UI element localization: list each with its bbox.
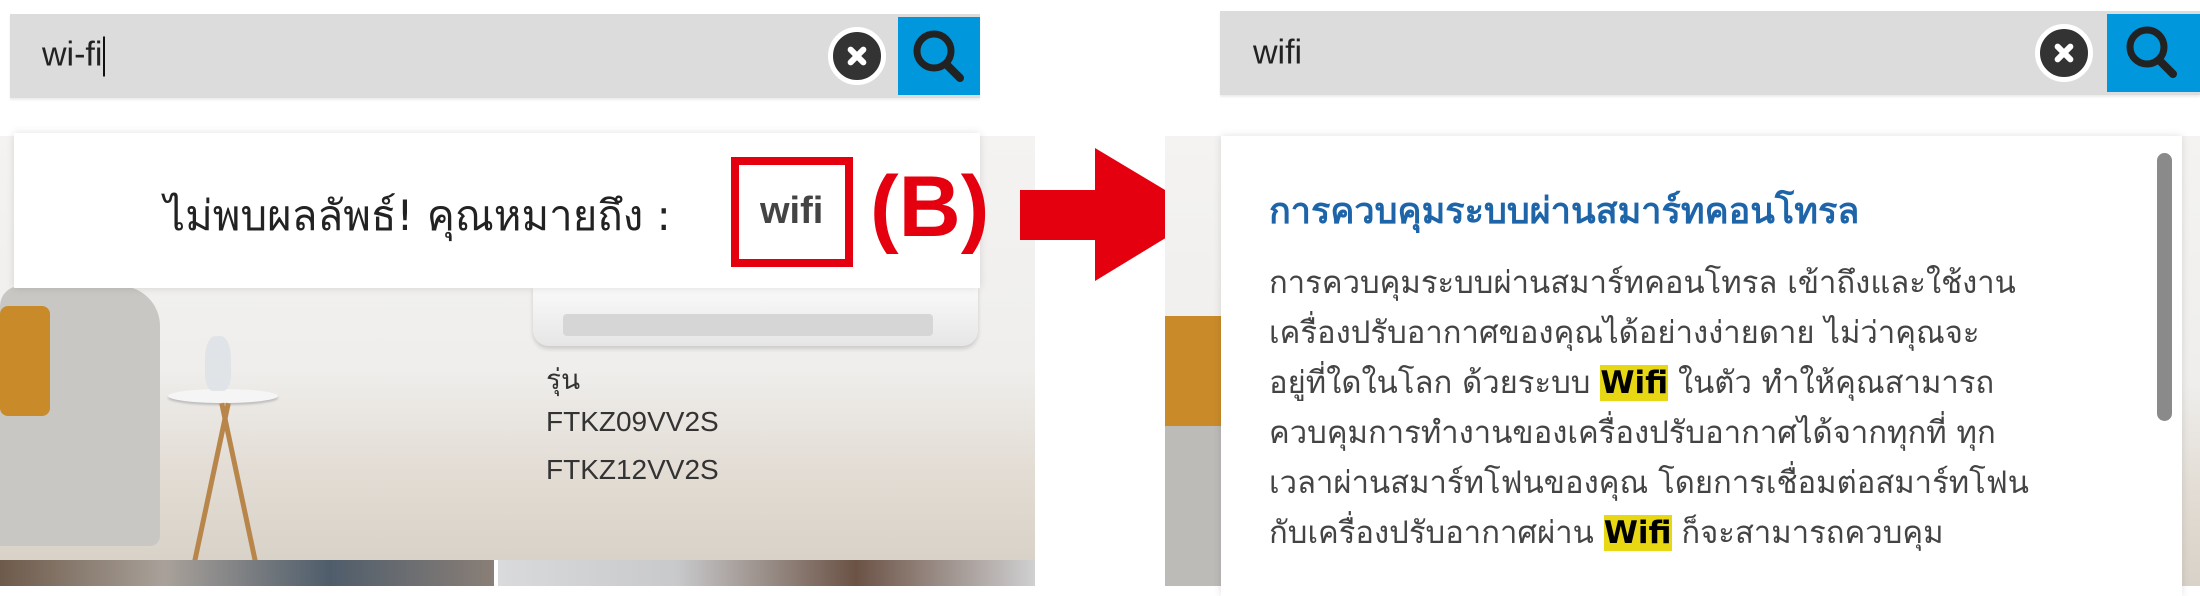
- snippet-line: กับเครื่องปรับอากาศผ่าน Wifi ก็จะสามารถค…: [1269, 508, 2029, 558]
- search-input-value: wifi: [1253, 33, 1303, 72]
- snippet-text: เครื่องปรับอากาศของคุณได้อย่างง่ายดาย ไม…: [1269, 315, 1980, 351]
- snippet-line: ควบคุมการทำงานของเครื่องปรับอากาศได้จากท…: [1269, 408, 2029, 458]
- pillow-image: [1165, 316, 1221, 426]
- snippet-text: อยู่ที่ใดในโลก ด้วยระบบ: [1269, 365, 1601, 401]
- magnifier-icon: [2126, 26, 2177, 78]
- search-input[interactable]: wi-fi: [42, 35, 106, 77]
- no-result-message: ไม่พบผลลัพธ์! คุณหมายถึง :: [164, 191, 671, 240]
- air-conditioner-image: [533, 286, 978, 346]
- search-button[interactable]: [2107, 14, 2200, 92]
- search-term-highlight: Wifi: [1600, 365, 1669, 401]
- search-input-value: wi-fi: [42, 35, 103, 74]
- snippet-text: เวลาผ่านสมาร์ทโฟนของคุณ โดยการเชื่อมต่อส…: [1269, 465, 2029, 501]
- snippet-line: การควบคุมระบบผ่านสมาร์ทคอนโทรล เข้าถึงแล…: [1269, 258, 2029, 308]
- snippet-line: เครื่องปรับอากาศของคุณได้อย่างง่ายดาย ไม…: [1269, 308, 2029, 358]
- search-bar: wi-fi: [10, 14, 980, 98]
- table-leg: [219, 402, 266, 560]
- sofa-image: [1165, 426, 1221, 586]
- snippet-text: กับเครื่องปรับอากาศผ่าน: [1269, 515, 1604, 551]
- model-name: FTKZ09VV2S: [546, 406, 719, 437]
- annotation-label: (B): [870, 159, 990, 255]
- close-circle-icon[interactable]: [2035, 24, 2093, 82]
- did-you-mean-link[interactable]: wifi: [760, 190, 823, 233]
- result-title-link[interactable]: การควบคุมระบบผ่านสมาร์ทคอนโทรล: [1269, 182, 1859, 239]
- snippet-text: การควบคุมระบบผ่านสมาร์ทคอนโทรล เข้าถึงแล…: [1269, 265, 2016, 301]
- side-table-image: [168, 389, 278, 403]
- snippet-text: ก็จะสามารถควบคุม: [1671, 515, 1944, 551]
- snippet-line: อยู่ที่ใดในโลก ด้วยระบบ Wifi ในตัว ทำให้…: [1269, 358, 2029, 408]
- search-input[interactable]: wifi: [1253, 34, 1302, 73]
- magnifier-icon: [913, 30, 964, 82]
- text-caret: [103, 36, 106, 77]
- model-name: FTKZ12VV2S: [546, 454, 719, 485]
- thumbnail-tile[interactable]: [0, 560, 494, 586]
- snippet-text: ในตัว ทำให้คุณสามารถ: [1668, 365, 1995, 401]
- close-circle-icon[interactable]: [828, 27, 886, 85]
- search-button[interactable]: [898, 17, 980, 95]
- pillow-image: [0, 306, 50, 416]
- vase-image: [205, 336, 231, 391]
- snippet-text: ควบคุมการทำงานของเครื่องปรับอากาศได้จากท…: [1269, 415, 1996, 451]
- scrollbar-thumb[interactable]: [2157, 153, 2172, 421]
- thumbnail-tile[interactable]: [498, 560, 1035, 586]
- result-snippet: การควบคุมระบบผ่านสมาร์ทคอนโทรล เข้าถึงแล…: [1269, 258, 2029, 558]
- search-term-highlight: Wifi: [1603, 515, 1672, 551]
- search-bar: wifi: [1220, 11, 2200, 95]
- search-results-panel: การควบคุมระบบผ่านสมาร์ทคอนโทรล การควบคุม…: [1221, 136, 2182, 596]
- snippet-line: เวลาผ่านสมาร์ทโฟนของคุณ โดยการเชื่อมต่อส…: [1269, 458, 2029, 508]
- model-label: รุ่น: [546, 364, 581, 395]
